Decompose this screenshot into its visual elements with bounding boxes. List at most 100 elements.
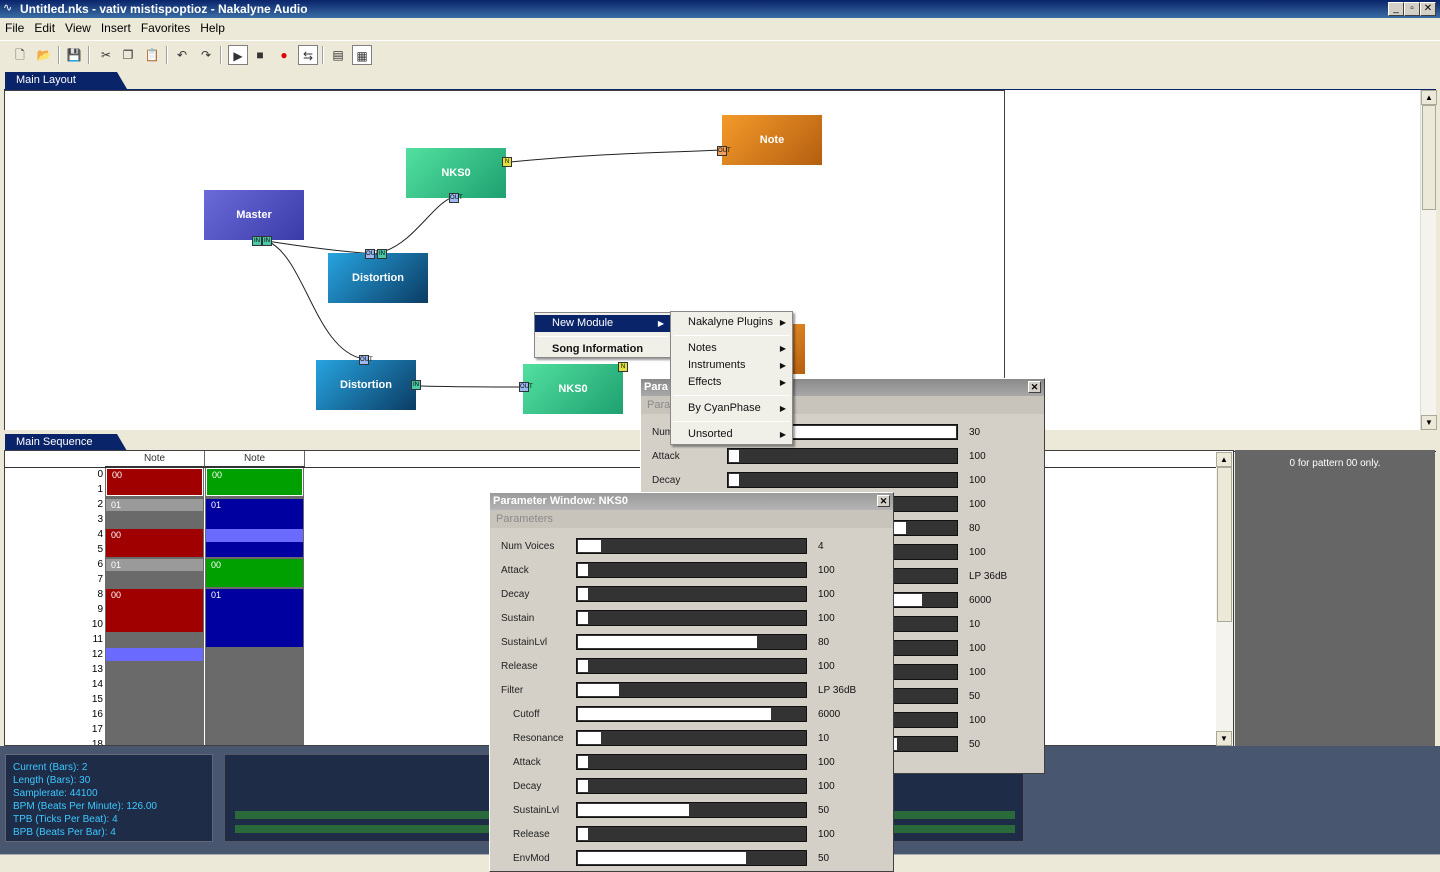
parameter-value: 30 [969, 427, 981, 438]
close-icon[interactable]: ✕ [1028, 381, 1041, 393]
menu-insert[interactable]: Insert [96, 18, 136, 38]
parameter-row: Sustain 100 [490, 608, 890, 632]
pattern-block[interactable]: 00 [106, 589, 203, 632]
scroll-up-icon[interactable]: ▲ [1421, 90, 1437, 105]
copy-icon[interactable]: ❐ [118, 45, 138, 65]
open-folder-icon[interactable]: 📂 [34, 45, 54, 65]
parameter-slider[interactable] [576, 658, 807, 674]
port-out[interactable]: OUT [449, 193, 463, 203]
parameter-label: Resonance [513, 733, 564, 744]
pattern-block[interactable]: 00 [106, 529, 203, 557]
row-number: 14 [91, 679, 103, 690]
menu-item-song-information[interactable]: Song Information [535, 341, 670, 358]
pattern-block[interactable]: 00 [106, 468, 203, 496]
loop-icon[interactable]: ⇆ [298, 45, 318, 65]
scroll-down-icon[interactable]: ▼ [1216, 731, 1232, 746]
parameter-slider[interactable] [576, 706, 807, 722]
undo-icon[interactable]: ↶ [172, 45, 192, 65]
parameter-value: LP 36dB [969, 571, 1008, 582]
parameter-slider[interactable] [727, 472, 958, 488]
port-in[interactable]: IN [411, 380, 421, 390]
parameter-slider[interactable] [576, 634, 807, 650]
parameter-slider[interactable] [576, 778, 807, 794]
parameter-slider[interactable] [576, 610, 807, 626]
port-out[interactable]: OUT [519, 382, 533, 392]
port-out[interactable]: OUT [365, 249, 379, 259]
close-icon[interactable]: ✕ [877, 495, 890, 507]
parameter-value: 50 [818, 805, 830, 816]
record-icon[interactable]: ● [274, 45, 294, 65]
module-distortion[interactable]: Distortion [328, 253, 428, 303]
parameter-slider[interactable] [576, 538, 807, 554]
menu-item-notes[interactable]: Notes ▶ [671, 340, 792, 357]
module-distortion[interactable]: Distortion [316, 360, 416, 410]
port-n[interactable]: N [502, 157, 512, 167]
parameter-window-title[interactable]: Parameter Window: NKS0 ✕ [490, 493, 893, 510]
bpm: BPM (Beats Per Minute): 126.00 [13, 801, 157, 812]
scroll-up-icon[interactable]: ▲ [1216, 452, 1232, 467]
port-out[interactable]: OUT [359, 355, 373, 365]
module-nks0[interactable]: NKS0 [406, 148, 506, 198]
parameter-slider[interactable] [576, 730, 807, 746]
parameter-slider[interactable] [576, 826, 807, 842]
stop-icon[interactable]: ■ [250, 45, 270, 65]
parameter-slider[interactable] [576, 754, 807, 770]
pattern-block[interactable]: 00 [206, 559, 303, 587]
scroll-down-icon[interactable]: ▼ [1421, 415, 1437, 430]
menu-favorites[interactable]: Favorites [136, 18, 195, 38]
menu-item-instruments[interactable]: Instruments ▶ [671, 357, 792, 374]
parameter-row: Cutoff 6000 [490, 704, 890, 728]
view-sequence-icon[interactable]: ▦ [352, 45, 372, 65]
tab-main-sequence[interactable]: Main Sequence [5, 434, 127, 451]
length-bars: Length (Bars): 30 [13, 775, 91, 786]
parameter-value: 100 [818, 757, 835, 768]
menu-help[interactable]: Help [195, 18, 230, 38]
pattern-block[interactable]: 01 [106, 499, 203, 511]
sequence-scrollbar[interactable]: ▲ ▼ [1216, 452, 1233, 746]
parameter-window-nks0[interactable]: Parameter Window: NKS0 ✕ Parameters Num … [489, 492, 894, 872]
scroll-thumb[interactable] [1422, 105, 1436, 210]
paste-icon[interactable]: 📋 [142, 45, 162, 65]
menu-edit[interactable]: Edit [29, 18, 60, 38]
pattern-block[interactable]: 01 [106, 559, 203, 571]
parameter-slider[interactable] [576, 802, 807, 818]
pattern-block[interactable]: 01 [206, 499, 303, 557]
menu-item-unsorted[interactable]: Unsorted ▶ [671, 426, 792, 443]
parameter-slider[interactable] [576, 682, 807, 698]
parameter-slider[interactable] [576, 562, 807, 578]
port-in[interactable]: IN [262, 236, 272, 246]
play-icon[interactable]: ▶ [228, 45, 248, 65]
redo-icon[interactable]: ↷ [196, 45, 216, 65]
port-n[interactable]: N [618, 362, 628, 372]
parameter-slider[interactable] [727, 448, 958, 464]
parameter-slider[interactable] [576, 850, 807, 866]
scroll-thumb[interactable] [1217, 467, 1232, 622]
view-layout-icon[interactable]: ▤ [328, 45, 348, 65]
menu-item-by-cyanphase[interactable]: By CyanPhase ▶ [671, 400, 792, 417]
parameter-value: 50 [969, 739, 981, 750]
menu-item-nakalyne-plugins[interactable]: Nakalyne Plugins ▶ [671, 314, 792, 331]
port-in[interactable]: IN [377, 249, 387, 259]
close-button[interactable]: ✕ [1420, 2, 1436, 16]
minimize-button[interactable]: _ [1388, 2, 1404, 16]
module-note[interactable]: Note [722, 115, 822, 165]
new-file-icon[interactable]: 🗋 [10, 45, 30, 65]
pattern-block[interactable]: 00 [206, 468, 303, 496]
layout-scrollbar[interactable]: ▲ ▼ [1420, 90, 1437, 430]
port-out[interactable]: OUT [717, 146, 731, 156]
parameter-label: Num Voices [501, 541, 555, 552]
menu-item-new-module[interactable]: New Module ▶ [535, 315, 670, 332]
module-master[interactable]: Master [204, 190, 304, 240]
cut-icon[interactable]: ✂ [96, 45, 116, 65]
restore-button[interactable]: ▫ [1404, 2, 1420, 16]
parameter-slider[interactable] [576, 586, 807, 602]
tab-main-layout[interactable]: Main Layout [5, 72, 127, 89]
port-in[interactable]: IN [252, 236, 262, 246]
menu-item-effects[interactable]: Effects ▶ [671, 374, 792, 391]
pattern-block[interactable]: 01 [206, 589, 303, 647]
parameter-value: 50 [969, 691, 981, 702]
module-nks0[interactable]: NKS0 [523, 364, 623, 414]
menu-view[interactable]: View [60, 18, 96, 38]
menu-file[interactable]: File [0, 18, 29, 38]
save-icon[interactable]: 💾 [64, 45, 84, 65]
